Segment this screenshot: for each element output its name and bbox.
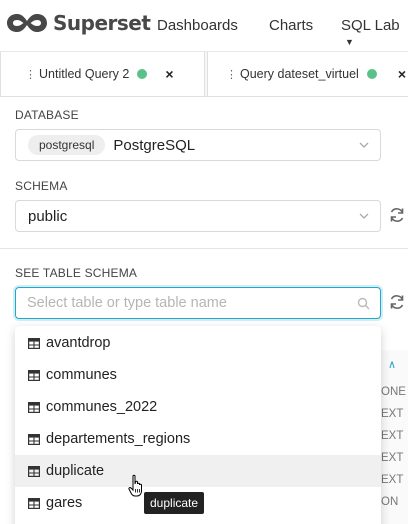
nav-sql-lab-label: SQL Lab (341, 17, 400, 34)
table-search-input[interactable]: Select table or type table name (15, 287, 381, 319)
database-select[interactable]: postgresql PostgreSQL (15, 129, 381, 161)
table-icon (28, 369, 40, 381)
status-dot-icon (137, 69, 148, 79)
table-icon (28, 465, 40, 477)
column-type: EXT (381, 408, 404, 420)
dropdown-option[interactable]: communes (15, 359, 381, 391)
query-tab-bar: ⋮ Untitled Query 2 × ⋮ Query dateset_vir… (0, 52, 408, 97)
schema-label: SCHEMA (15, 179, 68, 193)
option-label: communes (46, 367, 117, 383)
table-search-placeholder: Select table or type table name (27, 295, 227, 311)
column-type: EXT (381, 430, 404, 442)
caret-down-icon: ▼ (345, 37, 354, 47)
dropdown-option-hovered[interactable]: duplicate (15, 455, 381, 487)
drag-handle-icon[interactable]: ⋮ (23, 68, 37, 81)
collapse-caret-icon[interactable]: ∧ (388, 358, 396, 371)
nav-charts[interactable]: Charts (269, 17, 313, 34)
dropdown-option[interactable]: avantdrop (15, 327, 381, 359)
status-dot-icon (366, 69, 377, 79)
table-icon (28, 337, 40, 349)
table-icon (28, 433, 40, 445)
sql-lab-screen: Superset Dashboards Charts SQL Lab ▼ ⋮ Un… (0, 0, 408, 524)
schema-select[interactable]: public (15, 200, 381, 232)
database-type-tag: postgresql (28, 135, 106, 155)
drag-handle-icon[interactable]: ⋮ (224, 68, 238, 81)
schema-value: public (28, 207, 68, 225)
column-type: ONE (381, 386, 406, 398)
chevron-down-icon (359, 213, 369, 219)
option-label: gares (46, 495, 83, 511)
table-icon (28, 401, 40, 413)
tab-query-dateset-virtuel[interactable]: ⋮ Query dateset_virtuel × (207, 52, 408, 96)
database-name: PostgreSQL (113, 136, 196, 154)
search-icon (357, 297, 370, 310)
brand-name: Superset (53, 11, 151, 35)
superset-logo[interactable]: Superset (5, 10, 151, 36)
superset-logo-icon (7, 14, 47, 32)
section-divider (0, 248, 408, 249)
option-label: departements_regions (46, 431, 191, 447)
tab-untitled-query-2[interactable]: ⋮ Untitled Query 2 × (0, 52, 205, 96)
table-icon (28, 497, 40, 509)
refresh-icon[interactable] (388, 206, 406, 224)
option-label: duplicate (46, 463, 105, 479)
option-label: avantdrop (46, 335, 111, 351)
refresh-icon[interactable] (388, 293, 406, 311)
chevron-down-icon (359, 142, 369, 148)
nav-dashboards[interactable]: Dashboards (157, 17, 238, 34)
option-tooltip: duplicate (144, 492, 205, 514)
column-type: EXT (381, 452, 404, 464)
column-type: EXT (381, 474, 404, 486)
tab-label: Untitled Query 2 (39, 67, 130, 81)
column-type: ON (381, 496, 399, 508)
dropdown-option[interactable]: communes_2022 (15, 391, 381, 423)
nav-sql-lab[interactable]: SQL Lab ▼ (341, 17, 408, 51)
option-label: communes_2022 (46, 399, 158, 415)
table-schema-label: SEE TABLE SCHEMA (15, 266, 138, 280)
dropdown-option[interactable]: departements_regions (15, 423, 381, 455)
database-label: DATABASE (15, 108, 79, 122)
close-icon[interactable]: × (398, 66, 406, 82)
top-navigation: Superset Dashboards Charts SQL Lab ▼ (0, 0, 408, 52)
close-icon[interactable]: × (165, 66, 173, 82)
tab-label: Query dateset_virtuel (240, 67, 359, 81)
